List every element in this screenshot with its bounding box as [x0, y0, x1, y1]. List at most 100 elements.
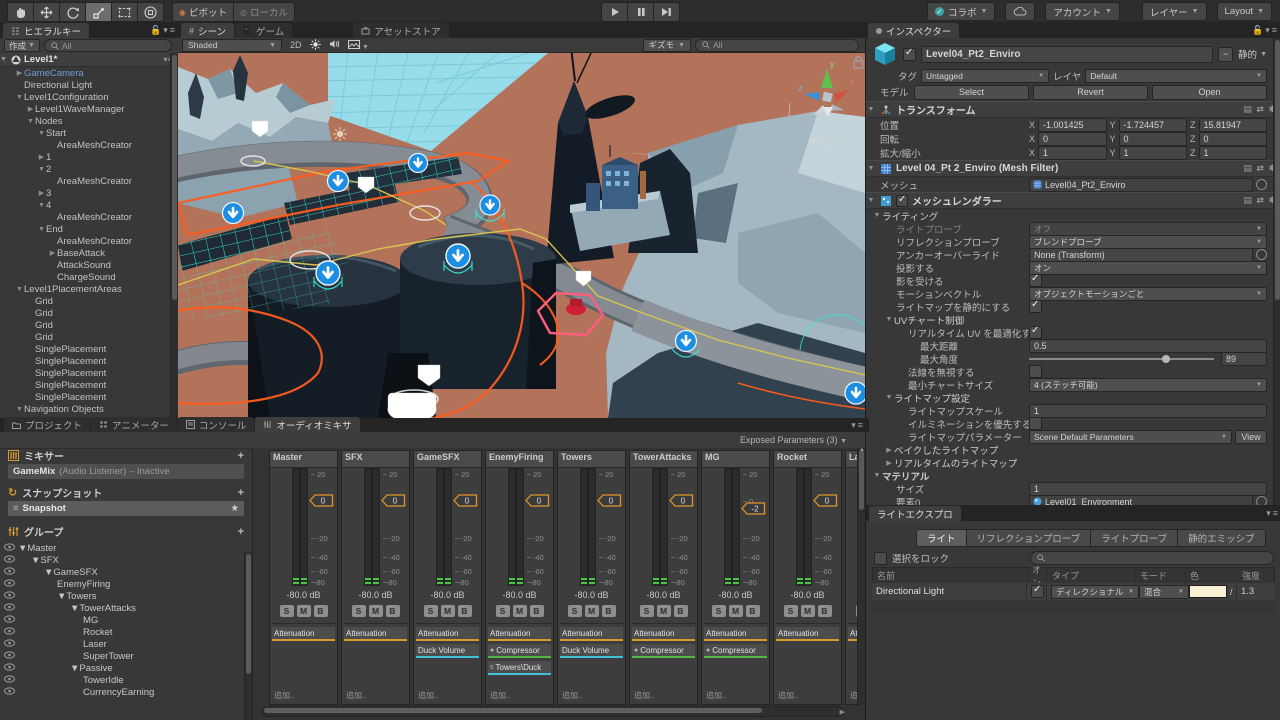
hierarchy-item-singleplacement[interactable]: SinglePlacement	[0, 391, 178, 403]
--dropdown[interactable]: 4 (ステッチ可能)▼	[1029, 378, 1267, 392]
hierarchy-item-areameshcreator[interactable]: AreaMeshCreator	[0, 139, 178, 151]
mixer-strip-enemyfiring[interactable]: EnemyFiring200-20-40-60-800-80.0 dBSMBAt…	[485, 450, 554, 705]
foldout-arrow-icon[interactable]: ▼	[872, 472, 882, 479]
bypass-button[interactable]: B	[314, 605, 328, 617]
light-intensity[interactable]: 1.3	[1237, 583, 1273, 600]
visibility-eye-icon[interactable]	[0, 651, 18, 662]
bypass-button[interactable]: B	[602, 605, 616, 617]
solo-button[interactable]: S	[496, 605, 510, 617]
hscroll-right-arrow[interactable]: ▶	[840, 708, 845, 716]
local-toggle[interactable]: ◎ ローカル	[234, 2, 295, 22]
tree-arrow-icon[interactable]: ▼	[26, 118, 35, 125]
effect-compressor[interactable]: ●Compressor	[632, 644, 695, 658]
bypass-button[interactable]: B	[386, 605, 400, 617]
hierarchy-item-areameshcreator[interactable]: AreaMeshCreator	[0, 235, 178, 247]
model-open-button[interactable]: Open	[1152, 85, 1267, 100]
mixer-strip-rocket[interactable]: Rocket200-20-40-60-800-80.0 dBSMBAttenua…	[773, 450, 842, 705]
scene-effects-dropdown[interactable]: ▼	[348, 40, 369, 51]
transform-tool-button[interactable]	[138, 2, 164, 22]
scene-header-row[interactable]: ▼ Level1* ▾≡	[0, 53, 178, 67]
bypass-button[interactable]: B	[530, 605, 544, 617]
effect-attenuation[interactable]: Attenuation	[488, 627, 551, 641]
solo-button[interactable]: S	[352, 605, 366, 617]
column-header-2[interactable]: タイプ	[1048, 568, 1136, 583]
group-row-rocket[interactable]: Rocket	[0, 626, 252, 638]
tree-arrow-icon[interactable]: ▼	[37, 202, 46, 209]
column-header-5[interactable]: 強度	[1238, 568, 1274, 583]
light-explorer-tab-1[interactable]: リフレクションプローブ	[967, 529, 1092, 547]
mixer-strip-towers[interactable]: Towers200-20-40-60-800-80.0 dBSMBAttenua…	[557, 450, 626, 705]
tag-dropdown[interactable]: Untagged▼	[921, 69, 1049, 83]
column-header-0[interactable]: 名前	[873, 568, 1028, 583]
gizmos-dropdown[interactable]: ギズモ▼	[643, 39, 691, 52]
exposed-parameters-dropdown[interactable]: Exposed Parameters (3) ▼	[740, 435, 847, 445]
fader-handle[interactable]: 0	[381, 494, 406, 512]
strips-vscrollbar[interactable]: ▲	[857, 448, 865, 704]
light-enabled-checkbox[interactable]	[1031, 585, 1044, 598]
mute-button[interactable]: M	[297, 605, 311, 617]
hierarchy-item-areameshcreator[interactable]: AreaMeshCreator	[0, 175, 178, 187]
bypass-button[interactable]: B	[674, 605, 688, 617]
group-row-gamesfx[interactable]: ▼GameSFX	[0, 566, 252, 578]
transform-y-field[interactable]: 0	[1119, 132, 1187, 146]
hierarchy-item-chargesound[interactable]: ChargeSound	[0, 271, 178, 283]
--dropdown[interactable]: Scene Default Parameters▼	[1029, 430, 1232, 444]
group-row-toweridle[interactable]: TowerIdle	[0, 674, 252, 686]
visibility-eye-icon[interactable]	[0, 579, 18, 590]
hierarchy-item-nodes[interactable]: ▼Nodes	[0, 115, 178, 127]
object-active-checkbox[interactable]	[903, 48, 916, 61]
--dropdown[interactable]: オン▼	[1029, 261, 1267, 275]
hierarchy-panel-menu[interactable]: 🔓▾≡	[150, 25, 177, 36]
foldout-arrow-icon[interactable]: ▼	[884, 394, 894, 401]
fader-handle[interactable]: 0	[309, 494, 334, 512]
group-tree-scrollbar[interactable]	[244, 552, 252, 720]
foldout-arrow-icon[interactable]: ▶	[884, 459, 894, 467]
component-header-icons[interactable]: ▤ ⇄ ✱	[1243, 104, 1277, 115]
hierarchy-item-2[interactable]: ▼2	[0, 163, 178, 175]
tree-arrow-icon[interactable]: ▼	[18, 543, 27, 554]
effect-attenuation[interactable]: Attenuation	[776, 627, 839, 641]
scene-viewport[interactable]: y x z Persp	[178, 53, 865, 418]
2d-toggle[interactable]: 2D	[290, 40, 302, 50]
mute-button[interactable]: M	[585, 605, 599, 617]
bypass-button[interactable]: B	[458, 605, 472, 617]
inspector-panel-menu[interactable]: 🔓▾≡	[1252, 25, 1279, 36]
--field[interactable]: 1	[1029, 482, 1267, 496]
hierarchy-item-navigation-objects[interactable]: ▼Navigation Objects	[0, 403, 178, 415]
pivot-toggle[interactable]: ◉ ピボット	[172, 2, 234, 22]
effect-attenuation[interactable]: Attenuation	[416, 627, 479, 641]
tree-arrow-icon[interactable]: ▼	[37, 226, 46, 233]
tree-arrow-icon[interactable]: ▶	[37, 189, 46, 197]
light-row-directional-light[interactable]: Directional Lightディレクショナル▼混合▼/1.3	[872, 583, 1275, 600]
add-effect-button[interactable]: 追加..	[562, 690, 582, 701]
scene-search-input[interactable]: All	[695, 39, 859, 52]
group-row-towerattacks[interactable]: ▼TowerAttacks	[0, 602, 252, 614]
mixer-strip-gamesfx[interactable]: GameSFX200-20-40-60-800-80.0 dBSMBAttenu…	[413, 450, 482, 705]
slider-thumb[interactable]	[1162, 355, 1170, 363]
static-minus-button[interactable]: −	[1218, 47, 1233, 62]
tab-light-explorer[interactable]: ライトエクスプロ	[869, 506, 961, 521]
mesh-object-field[interactable]: Level04_Pt2_Enviro	[1029, 178, 1253, 192]
move-tool-button[interactable]	[34, 2, 60, 22]
light-explorer-panel-menu[interactable]: ▾≡	[1266, 508, 1280, 519]
cloud-button[interactable]	[1005, 2, 1035, 21]
tab-scene[interactable]: # シーン	[181, 23, 234, 38]
shading-mode-dropdown[interactable]: Shaded▼	[182, 39, 282, 52]
visibility-eye-icon[interactable]	[0, 663, 18, 674]
add-group-button[interactable]: +	[238, 526, 244, 538]
group-row-mg[interactable]: MG	[0, 614, 252, 626]
mixer-strip-mg[interactable]: MG200-20-40-60-80-2-80.0 dBSMBAttenuatio…	[701, 450, 770, 705]
hierarchy-item-singleplacement[interactable]: SinglePlacement	[0, 379, 178, 391]
visibility-eye-icon[interactable]	[0, 687, 18, 698]
--checkbox[interactable]	[1029, 365, 1042, 378]
model-select-button[interactable]: Select	[914, 85, 1029, 100]
-0-object-field[interactable]: Level01_Environment	[1029, 495, 1253, 506]
hierarchy-scrollbar[interactable]	[170, 53, 178, 418]
solo-button[interactable]: S	[712, 605, 726, 617]
lock-selection-checkbox[interactable]	[874, 552, 887, 565]
group-row-laser[interactable]: Laser	[0, 638, 252, 650]
hierarchy-item-level1placementareas[interactable]: ▼Level1PlacementAreas	[0, 283, 178, 295]
solo-button[interactable]: S	[568, 605, 582, 617]
transform-z-field[interactable]: 15.81947	[1199, 118, 1267, 132]
add-snapshot-button[interactable]: +	[238, 487, 244, 499]
